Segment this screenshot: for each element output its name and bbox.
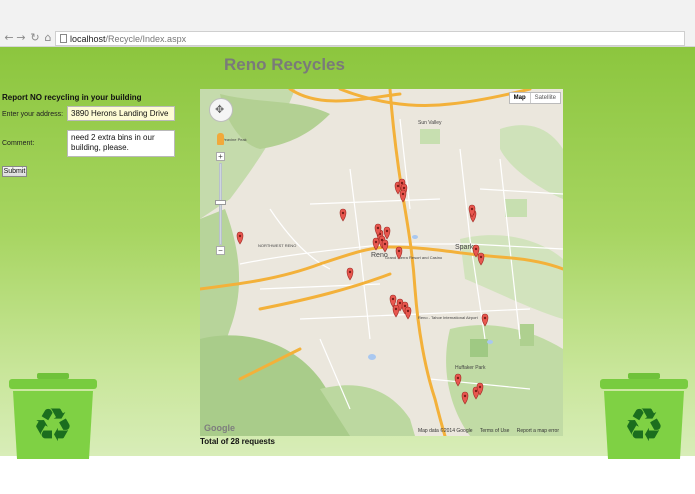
map-marker-dot xyxy=(396,184,400,188)
svg-text:♻: ♻ xyxy=(623,398,664,452)
home-icon[interactable]: ⌂ xyxy=(42,32,54,44)
map-data-credit: Map data ©2014 Google xyxy=(417,428,473,434)
map-marker-dot xyxy=(398,301,402,305)
map-marker-dot xyxy=(483,316,487,320)
zoom-in-button[interactable]: + xyxy=(216,152,225,161)
street-view-pegman-icon[interactable] xyxy=(217,133,224,145)
place-huffaker: Huffaker Park xyxy=(455,365,486,371)
recycle-bin-icon: ♻ xyxy=(9,373,97,459)
map-marker-dot xyxy=(383,242,387,246)
map[interactable]: Sun Valley Sparks Reno Grand Sierra Reso… xyxy=(200,89,563,436)
map-marker-dot xyxy=(478,385,482,389)
map-type-map-button[interactable]: Map xyxy=(510,93,530,103)
reload-icon[interactable]: ↻ xyxy=(29,32,41,44)
place-northwest-reno: NORTHWEST RENO xyxy=(258,243,296,248)
zoom-slider-handle[interactable] xyxy=(215,200,226,205)
terms-link[interactable]: Terms of Use xyxy=(480,428,509,434)
map-marker-dot xyxy=(403,304,407,308)
url-text: localhost/Recycle/Index.aspx xyxy=(70,33,186,45)
page-icon xyxy=(60,34,67,43)
place-airport: Reno - Tahoe International Airport xyxy=(418,315,479,320)
google-logo[interactable]: Google xyxy=(204,423,235,433)
url-host: localhost xyxy=(70,34,106,44)
page-body: Reno Recycles Report NO recycling in you… xyxy=(0,47,695,459)
map-marker-dot xyxy=(385,229,389,233)
place-sun-valley: Sun Valley xyxy=(418,120,442,126)
map-marker-dot xyxy=(341,211,345,215)
map-type-satellite-button[interactable]: Satellite xyxy=(529,93,560,103)
map-marker-dot xyxy=(391,297,395,301)
address-label: Enter your address: xyxy=(2,111,64,118)
map-marker-dot xyxy=(397,249,401,253)
pan-control[interactable] xyxy=(209,98,233,122)
map-marker-dot xyxy=(470,207,474,211)
map-marker-dot xyxy=(402,186,406,190)
zoom-out-button[interactable]: − xyxy=(216,246,225,255)
map-credits: Map data ©2014 Google Terms of Use Repor… xyxy=(412,428,559,434)
place-peavine: Peavine Peak xyxy=(222,137,247,142)
map-marker-dot xyxy=(406,309,410,313)
recycle-bin-icon: ♻ xyxy=(600,373,688,459)
comment-label: Comment: xyxy=(2,140,35,147)
browser-chrome: ← → ↻ ⌂ localhost/Recycle/Index.aspx xyxy=(0,0,695,47)
svg-text:♻: ♻ xyxy=(32,398,73,452)
map-marker-dot xyxy=(474,247,478,251)
back-icon[interactable]: ← xyxy=(3,32,15,44)
map-marker-dot xyxy=(456,376,460,380)
place-grand-sierra: Grand Sierra Resort and Casino xyxy=(385,255,443,260)
total-requests: Total of 28 requests xyxy=(200,437,275,446)
forward-icon[interactable]: → xyxy=(15,32,27,44)
map-marker-dot xyxy=(374,240,378,244)
address-input[interactable] xyxy=(67,106,175,121)
map-marker-dot xyxy=(474,389,478,393)
map-type-control[interactable]: Map Satellite xyxy=(508,92,561,104)
map-marker-dot xyxy=(401,192,405,196)
map-marker-dot xyxy=(376,226,380,230)
form-heading: Report NO recycling in your building xyxy=(2,93,142,102)
map-marker-dot xyxy=(238,234,242,238)
address-bar[interactable]: localhost/Recycle/Index.aspx xyxy=(55,31,685,46)
url-path: /Recycle/Index.aspx xyxy=(105,34,187,44)
submit-button[interactable]: Submit xyxy=(2,166,27,177)
map-marker-dot xyxy=(479,255,483,259)
map-marker-dot xyxy=(463,394,467,398)
map-marker-dot xyxy=(394,307,398,311)
map-marker-dot xyxy=(348,270,352,274)
page-title: Reno Recycles xyxy=(224,55,345,74)
comment-textarea[interactable]: need 2 extra bins in our building, pleas… xyxy=(67,130,175,157)
report-error-link[interactable]: Report a map error xyxy=(517,428,559,434)
map-marker-dot xyxy=(400,181,404,185)
map-canvas[interactable]: Sun Valley Sparks Reno Grand Sierra Reso… xyxy=(200,89,563,436)
